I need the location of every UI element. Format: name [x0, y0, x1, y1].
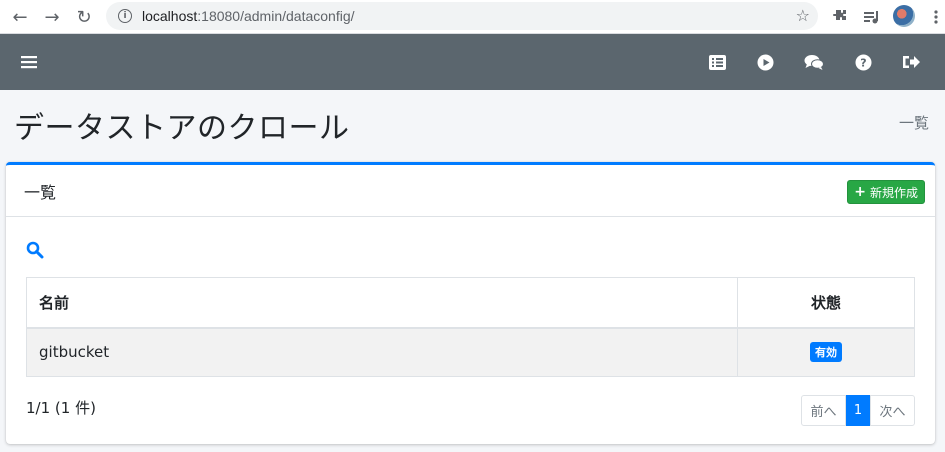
back-arrow-icon[interactable]: ← [8, 5, 32, 29]
reload-icon[interactable]: ↻ [72, 5, 96, 29]
create-new-label: 新規作成 [869, 185, 918, 200]
site-info-icon[interactable]: i [118, 9, 132, 23]
url-host: localhost [142, 8, 198, 24]
media-queue-icon[interactable] [862, 7, 882, 27]
pagination-prev-button[interactable]: 前へ [801, 395, 846, 426]
help-question-icon[interactable]: ? [853, 52, 873, 72]
row-name-cell[interactable]: gitbucket [26, 327, 738, 377]
profile-avatar[interactable] [893, 5, 915, 27]
data-table: 名前 状態 gitbucket 有効 [26, 277, 915, 377]
url-path: :18080/admin/dataconfig/ [197, 8, 355, 24]
list-icon[interactable] [707, 52, 727, 72]
card-header: 一覧 + 新規作成 [6, 165, 935, 217]
sign-out-icon[interactable] [901, 52, 921, 72]
browser-menu-icon[interactable] [926, 7, 945, 27]
svg-text:?: ? [860, 56, 866, 69]
search-icon[interactable] [26, 241, 44, 259]
pagination-next-button[interactable]: 次へ [870, 395, 915, 426]
app-header: ? [0, 34, 945, 90]
record-count: 1/1 (1 件) [26, 399, 96, 417]
play-circle-icon[interactable] [755, 52, 775, 72]
column-header-name: 名前 [26, 277, 738, 329]
browser-toolbar: ← → ↻ i localhost:18080/admin/dataconfig… [0, 0, 945, 34]
table-header-row: 名前 状態 [26, 277, 915, 329]
forward-arrow-icon[interactable]: → [40, 5, 64, 29]
bookmark-star-icon[interactable]: ☆ [796, 6, 810, 25]
address-url: localhost:18080/admin/dataconfig/ [142, 8, 355, 24]
status-badge: 有効 [810, 342, 842, 363]
create-new-button[interactable]: + 新規作成 [847, 180, 925, 204]
hamburger-menu-icon[interactable] [19, 52, 39, 72]
plus-icon: + [854, 184, 866, 200]
address-bar[interactable]: i localhost:18080/admin/dataconfig/ ☆ [106, 2, 818, 30]
list-card: 一覧 + 新規作成 名前 状態 gitbucket 有効 1/1 (1 件) 前… [6, 162, 935, 444]
row-status-cell: 有効 [737, 327, 915, 377]
page-title: データストアのクロール [14, 111, 350, 146]
pagination-page-1[interactable]: 1 [846, 395, 870, 426]
comments-icon[interactable] [804, 52, 824, 72]
card-title: 一覧 [24, 183, 57, 202]
table-row[interactable]: gitbucket 有効 [26, 327, 915, 377]
column-header-status: 状態 [737, 277, 915, 329]
pagination: 前へ 1 次へ [801, 395, 915, 426]
extensions-puzzle-icon[interactable] [830, 7, 850, 27]
breadcrumb[interactable]: 一覧 [899, 112, 929, 133]
